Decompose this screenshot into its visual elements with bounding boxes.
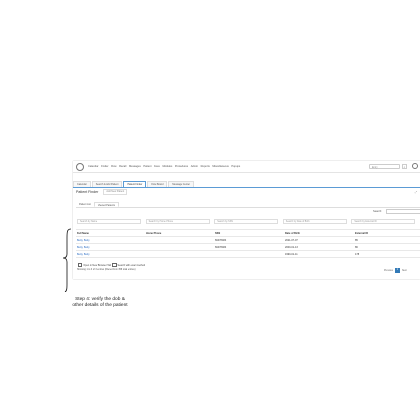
menu-item-fees[interactable]: Fees [154,165,160,168]
header-home-phone[interactable]: Home Phone [146,232,215,235]
cell-external-id: 85 [355,238,358,242]
app-logo-icon[interactable] [76,162,84,171]
annotation-line-2: other details of the patient [72,303,128,308]
page-header: Patient Finder Add New Patient ⤢ [73,188,420,196]
filter-dob-input[interactable]: Search by Date of Birth [282,219,347,224]
tab-bar: Calendar Search & Add Patient Patient Fi… [73,180,420,188]
menu-item-recall[interactable]: Recall [119,165,126,168]
menu-item-reports[interactable]: Reports [201,165,210,168]
header-ssn[interactable]: SSN [215,232,285,235]
sub-tabs: Patient List Viewed Patients [76,202,420,208]
table-info: Showing 1 to 3 of 3 entries (filtered fr… [77,269,136,271]
tab-calendar[interactable]: Calendar [73,181,91,187]
table-row[interactable]: Betty, Betty 66478484 2021-07-07 85 [76,237,420,244]
header-dob[interactable]: Date of Birth [285,232,355,235]
cell-full-name[interactable]: Betty, Betty [76,253,146,256]
tab-patient-finder[interactable]: Patient Finder [123,181,147,187]
header-full-name[interactable]: Full Name [76,232,146,235]
previous-page-button[interactable]: Previous [384,270,393,272]
menu-item-patient[interactable]: Patient [143,165,151,168]
search-label: Search: [373,210,382,213]
table-header: Full Name Home Phone SSN Date of Birth E… [76,229,420,237]
tab-flow-board[interactable]: Flow Board [147,181,168,187]
tab-patient-list[interactable]: Patient List [76,202,94,207]
cell-full-name[interactable]: Betty, Betty [76,239,146,242]
search-icon[interactable]: ⌕ [402,164,407,169]
user-avatar-icon[interactable] [412,163,418,169]
cell-dob: 1990-01-11 [285,252,298,256]
menu-item-calendar[interactable]: Calendar [88,165,99,168]
menu-item-procedures[interactable]: Procedures [175,165,188,168]
next-page-button[interactable]: Next [402,270,407,272]
filter-external-id-input[interactable]: Search by External ID [351,219,416,224]
cell-external-id: 86 [355,245,358,249]
tab-message-center[interactable]: Message Center [168,181,194,187]
app-screenshot: Calendar Finder Flow Recall Messages Pat… [73,161,420,279]
pagination: Previous 1 Next [384,268,407,273]
page-title: Patient Finder [76,190,99,194]
top-menu-bar: Calendar Finder Flow Recall Messages Pat… [73,161,420,173]
menu-item-messages[interactable]: Messages [129,165,141,168]
expand-icon[interactable]: ⤢ [415,190,417,194]
menu-item-flow[interactable]: Flow [111,165,116,168]
table-search-input[interactable] [386,209,420,214]
add-new-patient-button[interactable]: Add New Patient [103,189,128,195]
cell-ssn: 66478484 [215,245,227,249]
cell-external-id: 178 [355,252,360,256]
menu-item-admin[interactable]: Admin [191,165,198,168]
filter-name-input[interactable]: Search by Name [77,219,141,224]
menu-item-popups[interactable]: Popups [231,165,240,168]
cell-full-name[interactable]: Betty, Betty [76,246,146,249]
open-new-tab-label: Open in New Browser Tab [83,263,112,267]
page-1-button[interactable]: 1 [394,268,400,273]
cell-dob: 2021-07-07 [285,238,298,242]
cell-dob: 2000-01-13 [285,245,298,249]
tab-viewed-patients[interactable]: Viewed Patients [93,202,119,207]
menu-item-miscellaneous[interactable]: Miscellaneous [212,165,228,168]
table-options: Open in New Browser Tab Search with exac… [77,263,146,268]
filter-ssn-input[interactable]: Search by SSN [214,219,279,224]
annotation-bracket [62,228,72,292]
header-external-id[interactable]: External ID [355,232,415,235]
exact-method-checkbox[interactable] [112,263,117,268]
menu-item-modules[interactable]: Modules [162,165,172,168]
menu-item-finder[interactable]: Finder [101,165,108,168]
open-new-tab-checkbox[interactable] [78,263,83,268]
global-search-input[interactable]: Entry [369,164,400,169]
filter-home-phone-input[interactable]: Search by Home Phone [145,219,210,224]
table-row[interactable]: Betty, Betty 66478484 2000-01-13 86 [76,244,420,251]
tab-search-add-patient[interactable]: Search & Add Patient [91,181,123,187]
exact-method-label: Search with exact method [117,263,146,267]
column-filters: Search by Name Search by Home Phone Sear… [77,219,420,224]
annotation-text: Step 4: verify the dob & other details o… [56,297,144,309]
table-row[interactable]: Betty, Betty 1990-01-11 178 [76,251,420,258]
cell-ssn: 66478484 [215,238,227,242]
patient-table: Full Name Home Phone SSN Date of Birth E… [76,229,420,258]
